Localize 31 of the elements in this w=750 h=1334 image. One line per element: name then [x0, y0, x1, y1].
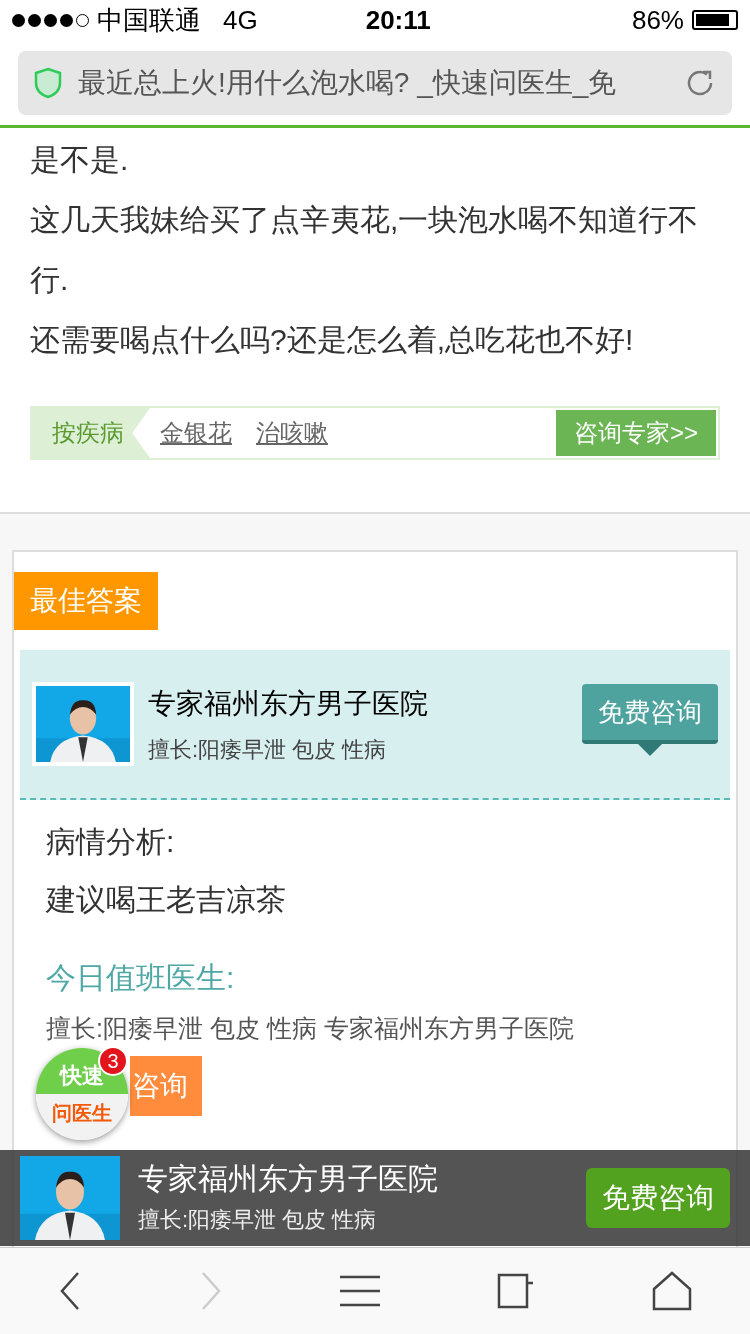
battery-percent: 86% — [631, 3, 684, 37]
best-answer-label: 最佳答案 — [14, 572, 158, 630]
question-text: 这几天我妹给买了点辛夷花,一块泡水喝不知道行不行. — [30, 202, 700, 298]
duty-doctor-text: 擅长:阳痿早泄 包皮 性病 专家福州东方男子医院 — [46, 1013, 575, 1044]
doctor-name: 专家福州东方男子医院 — [148, 686, 428, 721]
page-title: 最近总上火!用什么泡水喝? _快速问医生_免 — [78, 65, 618, 100]
banner-specialty: 擅长:阳痿早泄 包皮 性病 — [138, 1205, 378, 1234]
category-label: 按疾病 — [32, 408, 150, 458]
tag-link[interactable]: 金银花 — [160, 415, 232, 451]
pointer-tip — [638, 744, 662, 756]
menu-icon[interactable] — [340, 1275, 380, 1307]
analysis-text: 建议喝王老吉凉茶 — [46, 882, 287, 918]
analysis-label: 病情分析: — [46, 824, 176, 860]
doctor-specialty: 擅长:阳痿早泄 包皮 性病 — [148, 735, 388, 764]
shield-icon — [34, 66, 62, 99]
question-text: 还需要喝点什么吗?还是怎么着,总吃花也不好! — [30, 322, 635, 358]
tabs-icon[interactable] — [496, 1273, 535, 1309]
question-text: 是不是. — [30, 142, 130, 178]
tag-link[interactable]: 治咳嗽 — [256, 415, 328, 451]
url-bar[interactable]: 最近总上火!用什么泡水喝? _快速问医生_免 — [18, 50, 732, 115]
home-icon[interactable] — [651, 1271, 692, 1311]
banner-doctor-name: 专家福州东方男子医院 — [138, 1160, 438, 1197]
network: 4G — [223, 3, 258, 37]
banner-free-consult-button[interactable]: 免费咨询 — [586, 1168, 730, 1228]
free-consult-button[interactable]: 免费咨询 — [582, 684, 718, 744]
carrier: 中国联通 — [97, 3, 201, 37]
battery-icon — [692, 10, 738, 30]
time: 20:11 — [365, 3, 431, 37]
duty-doctor-title: 今日值班医生: — [46, 960, 236, 996]
consult-expert-button[interactable]: 咨询专家>> — [555, 410, 716, 456]
consult-button[interactable]: 咨询 — [130, 1056, 202, 1116]
